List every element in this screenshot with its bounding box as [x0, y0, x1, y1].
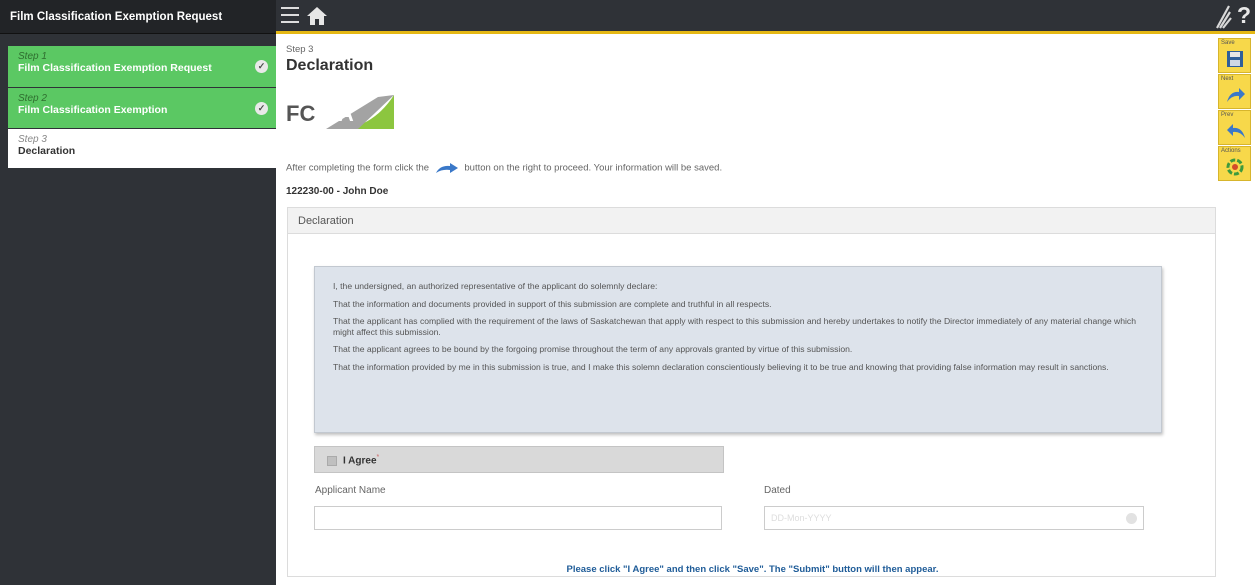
- logo-text-aa: AA: [322, 101, 354, 126]
- home-icon[interactable]: [306, 5, 328, 27]
- sidebar: Film Classification Exemption Request St…: [0, 0, 276, 585]
- fcaa-logo: FC AA: [286, 95, 394, 129]
- step-number: Step 2: [18, 93, 47, 104]
- save-label: Save: [1221, 40, 1235, 46]
- prev-label: Prev: [1221, 112, 1234, 118]
- dated-input[interactable]: DD-Mon-YYYY: [764, 506, 1144, 530]
- declaration-paragraph: I, the undersigned, an authorized repres…: [333, 281, 658, 291]
- saskatchewan-wheat-icon: [1216, 5, 1232, 29]
- next-label: Next: [1221, 76, 1234, 82]
- prev-button[interactable]: Prev: [1218, 110, 1251, 145]
- applicant-identifier: 122230-00 - John Doe: [286, 186, 389, 197]
- next-arrow-icon: [435, 163, 458, 173]
- declaration-paragraph: That the applicant agrees to be bound by…: [333, 344, 853, 354]
- instructions: After completing the form click the butt…: [286, 162, 722, 174]
- dated-label: Dated: [764, 485, 791, 496]
- next-button[interactable]: Next: [1218, 74, 1251, 109]
- footer-instruction: Please click "I Agree" and then click "S…: [566, 564, 939, 575]
- dated-placeholder: DD-Mon-YYYY: [771, 513, 832, 523]
- agree-label: I Agree: [343, 455, 377, 467]
- actions-button[interactable]: Actions: [1218, 146, 1251, 181]
- logo-text-fc: FC: [286, 101, 315, 126]
- sidebar-step-1[interactable]: Step 1 Film Classification Exemption Req…: [8, 46, 276, 87]
- agree-checkbox-row[interactable]: I Agree*: [314, 446, 724, 473]
- declaration-text-box: I, the undersigned, an authorized repres…: [314, 266, 1162, 433]
- instructions-text-after: button on the right to proceed. Your inf…: [464, 162, 723, 174]
- instructions-text-before: After completing the form click the: [286, 162, 430, 174]
- next-arrow-icon: [1227, 88, 1245, 102]
- declaration-panel: Declaration I, the undersigned, an autho…: [287, 207, 1216, 577]
- hamburger-menu-icon[interactable]: [281, 7, 299, 25]
- sidebar-step-2[interactable]: Step 2 Film Classification Exemption ✓: [8, 88, 276, 128]
- applicant-name-input[interactable]: [314, 506, 722, 530]
- step-label: Declaration: [18, 145, 76, 157]
- actions-label: Actions: [1221, 148, 1241, 154]
- main-content: Step 3 Declaration FC AA After completin…: [286, 44, 1216, 577]
- step-indicator: Step 3: [286, 44, 314, 55]
- required-marker: *: [376, 454, 380, 461]
- prev-arrow-icon: [1227, 124, 1245, 138]
- floppy-disk-icon: [1227, 51, 1243, 67]
- agree-checkbox[interactable]: [327, 455, 337, 466]
- step-number: Step 3: [18, 134, 47, 145]
- sidebar-step-3[interactable]: Step 3 Declaration: [8, 129, 276, 168]
- declaration-paragraph: That the applicant has complied with the…: [333, 316, 1136, 337]
- help-icon[interactable]: ?: [1237, 2, 1251, 29]
- page-title: Declaration: [286, 57, 374, 74]
- applicant-name-label: Applicant Name: [315, 485, 386, 496]
- checkmark-icon: ✓: [255, 60, 268, 73]
- declaration-panel-header: Declaration: [288, 208, 1215, 234]
- sidebar-title: Film Classification Exemption Request: [0, 0, 276, 34]
- actions-gear-icon: [1226, 158, 1244, 176]
- save-button[interactable]: Save: [1218, 38, 1251, 73]
- calendar-icon[interactable]: [1126, 513, 1137, 524]
- step-label: Film Classification Exemption: [18, 104, 168, 116]
- declaration-paragraph: That the information provided by me in t…: [333, 361, 1109, 372]
- checkmark-icon: ✓: [255, 102, 268, 115]
- step-number: Step 1: [18, 51, 47, 62]
- step-label: Film Classification Exemption Request: [18, 62, 212, 74]
- top-bar: ?: [276, 0, 1255, 34]
- declaration-paragraph: That the information and documents provi…: [333, 298, 772, 309]
